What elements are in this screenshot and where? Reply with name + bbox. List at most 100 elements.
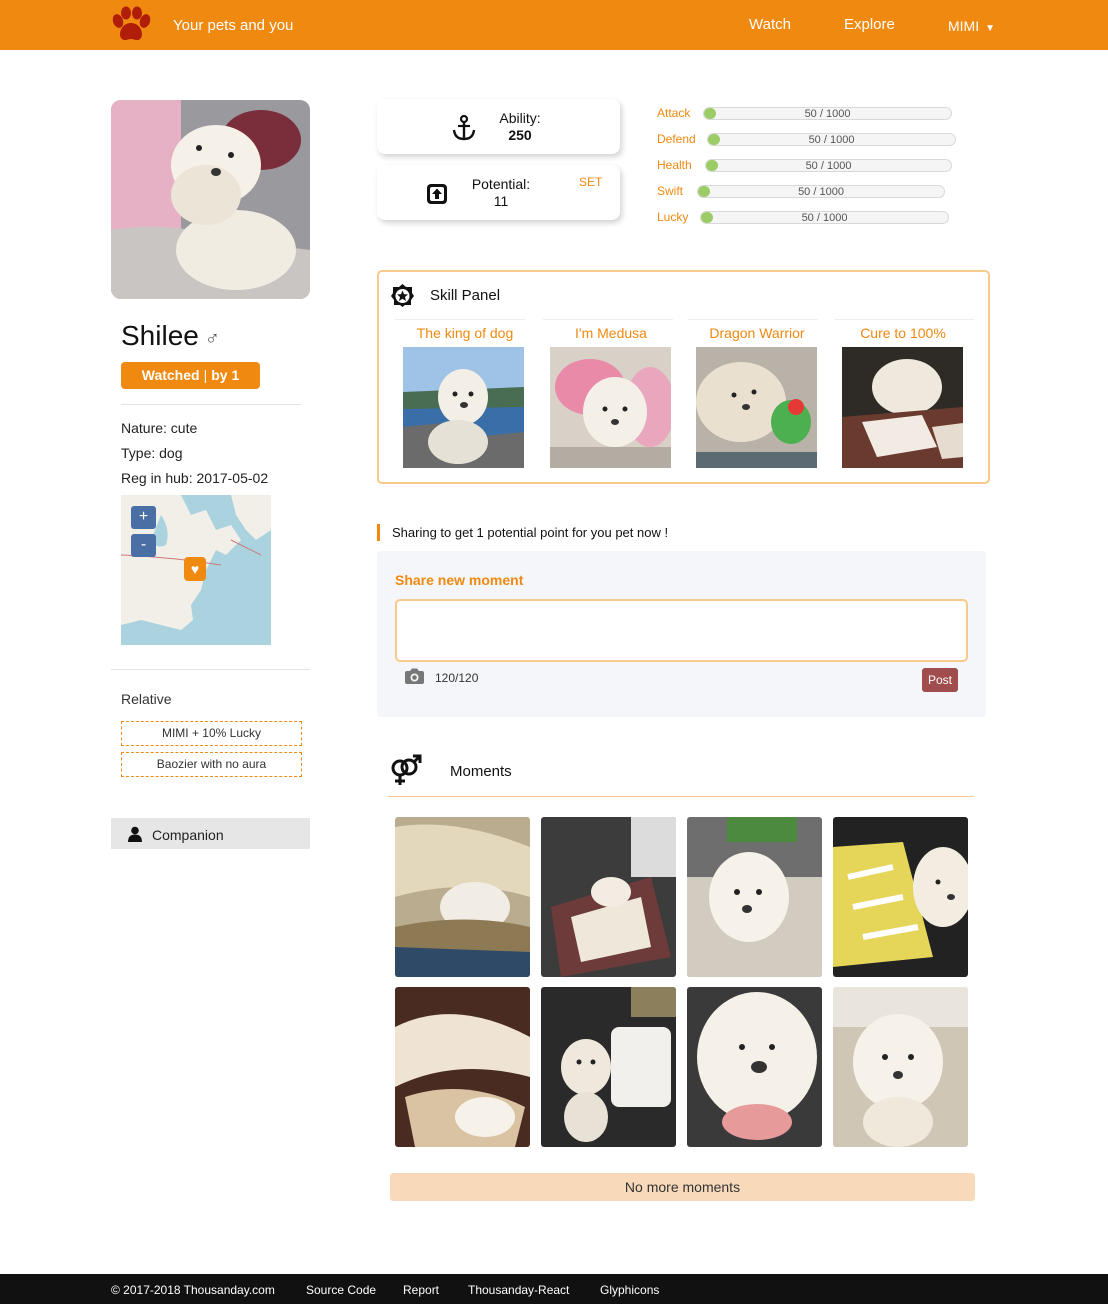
moment-thumbnail[interactable]	[541, 987, 676, 1147]
watch-label: Watched	[141, 367, 200, 383]
post-button[interactable]: Post	[922, 668, 958, 692]
relative-item[interactable]: MIMI + 10% Lucky	[121, 721, 302, 746]
watch-separator: |	[203, 367, 208, 383]
divider	[395, 319, 525, 320]
map-zoom-in-button[interactable]: +	[131, 506, 156, 529]
chevron-down-icon: ▼	[985, 23, 996, 34]
skill-image[interactable]	[696, 347, 817, 468]
skill-photo	[550, 347, 671, 468]
stat-progress-bar: 50 / 1000	[705, 159, 952, 172]
male-icon: ♂	[204, 328, 220, 350]
skill-image[interactable]	[550, 347, 671, 468]
relative-item[interactable]: Baozier with no aura	[121, 752, 302, 777]
top-navbar: Your pets and you Watch Explore MIMI ▼	[0, 0, 1108, 50]
skill-photo	[842, 347, 963, 468]
companion-label: Companion	[152, 827, 224, 843]
relative-title: Relative	[121, 691, 172, 707]
skill-panel-title: Skill Panel	[430, 287, 501, 304]
pet-avatar	[111, 100, 310, 299]
footer-link-glyphicons[interactable]: Glyphicons	[600, 1283, 659, 1297]
skill-photo	[403, 347, 524, 468]
heart-marker-icon[interactable]: ♥	[184, 557, 206, 581]
moment-photo	[395, 817, 530, 977]
stat-value: 50 / 1000	[798, 186, 844, 198]
camera-icon[interactable]	[404, 668, 425, 685]
companion-button[interactable]: Companion	[111, 818, 310, 849]
moment-thumbnail[interactable]	[687, 987, 822, 1147]
pet-name: Shilee	[121, 320, 199, 351]
divider	[834, 319, 974, 320]
police-badge-icon	[391, 284, 414, 307]
stat-progress-bar: 50 / 1000	[703, 107, 952, 120]
nav-explore-link[interactable]: Explore	[844, 16, 895, 33]
arrow-up-square-icon	[427, 184, 447, 204]
stat-label-attack: Attack	[657, 106, 691, 120]
stat-value: 50 / 1000	[805, 160, 852, 172]
map-zoom-out-button[interactable]: -	[131, 534, 156, 557]
skill-panel: Skill Panel The king of dog I'm Medusa D…	[377, 270, 990, 484]
skill-image[interactable]	[842, 347, 963, 468]
footer-link-source-code[interactable]: Source Code	[306, 1283, 376, 1297]
share-title: Share new moment	[395, 572, 524, 588]
nav-watch-link[interactable]: Watch	[749, 16, 791, 33]
skill-image[interactable]	[403, 347, 524, 468]
pet-reg-date: Reg in hub: 2017-05-02	[121, 470, 269, 486]
moment-photo	[833, 987, 968, 1147]
pet-avatar-photo	[111, 100, 310, 299]
moment-thumbnail[interactable]	[395, 817, 530, 977]
pet-type: Type: dog	[121, 445, 183, 461]
no-more-moments-button[interactable]: No more moments	[390, 1173, 975, 1201]
moment-thumbnail[interactable]	[833, 817, 968, 977]
user-menu[interactable]: MIMI ▼	[948, 18, 995, 34]
ability-label: Ability:	[499, 110, 541, 126]
moment-photo	[541, 817, 676, 977]
stat-progress-bar: 50 / 1000	[697, 185, 945, 198]
moment-photo	[687, 817, 822, 977]
footer-copyright: © 2017-2018 Thousanday.com	[111, 1283, 275, 1297]
footer: © 2017-2018 Thousanday.com Source Code R…	[0, 1274, 1108, 1304]
divider	[388, 796, 974, 797]
divider	[111, 669, 310, 670]
moment-thumbnail[interactable]	[541, 817, 676, 977]
moment-photo	[395, 987, 530, 1147]
paw-logo-icon[interactable]	[110, 6, 152, 44]
gender-symbols-icon	[391, 754, 422, 785]
stat-progress-bar: 50 / 1000	[700, 211, 949, 224]
moment-thumbnail[interactable]	[395, 987, 530, 1147]
moment-thumbnail[interactable]	[687, 817, 822, 977]
person-icon	[128, 826, 142, 842]
moments-title: Moments	[450, 763, 512, 780]
moment-photo	[687, 987, 822, 1147]
skill-name: The king of dog	[416, 325, 514, 341]
divider	[121, 404, 301, 405]
ability-card: Ability: 250	[377, 99, 620, 154]
pet-name-heading: Shilee ♂	[121, 320, 220, 352]
potential-card: Potential: 11	[377, 165, 620, 220]
brand-tagline[interactable]: Your pets and you	[173, 17, 293, 34]
stat-label-lucky: Lucky	[657, 210, 689, 224]
footer-link-thousanday-react[interactable]: Thousanday-React	[468, 1283, 569, 1297]
stat-value: 50 / 1000	[801, 212, 848, 224]
stat-label-health: Health	[657, 158, 692, 172]
ability-value: 250	[508, 127, 532, 143]
divider	[543, 319, 673, 320]
potential-value: 11	[493, 193, 509, 209]
user-name: MIMI	[948, 18, 980, 34]
location-map[interactable]: + - ♥	[121, 495, 271, 645]
stat-progress-bar: 50 / 1000	[707, 133, 956, 146]
footer-link-report[interactable]: Report	[403, 1283, 439, 1297]
skill-name: Cure to 100%	[860, 325, 946, 341]
set-potential-link[interactable]: SET	[579, 175, 602, 189]
watch-count: by 1	[211, 367, 240, 383]
share-moment-form: Share new moment 120/120 Post	[377, 551, 986, 717]
moment-thumbnail[interactable]	[833, 987, 968, 1147]
moment-photo	[833, 817, 968, 977]
stat-value: 50 / 1000	[804, 108, 851, 120]
divider	[688, 319, 818, 320]
moment-photo	[541, 987, 676, 1147]
watch-button[interactable]: Watched | by 1	[121, 362, 260, 389]
anchor-icon	[452, 115, 476, 141]
stat-value: 50 / 1000	[808, 134, 855, 146]
skill-name: I'm Medusa	[575, 325, 647, 341]
share-moment-textarea[interactable]	[395, 599, 968, 662]
